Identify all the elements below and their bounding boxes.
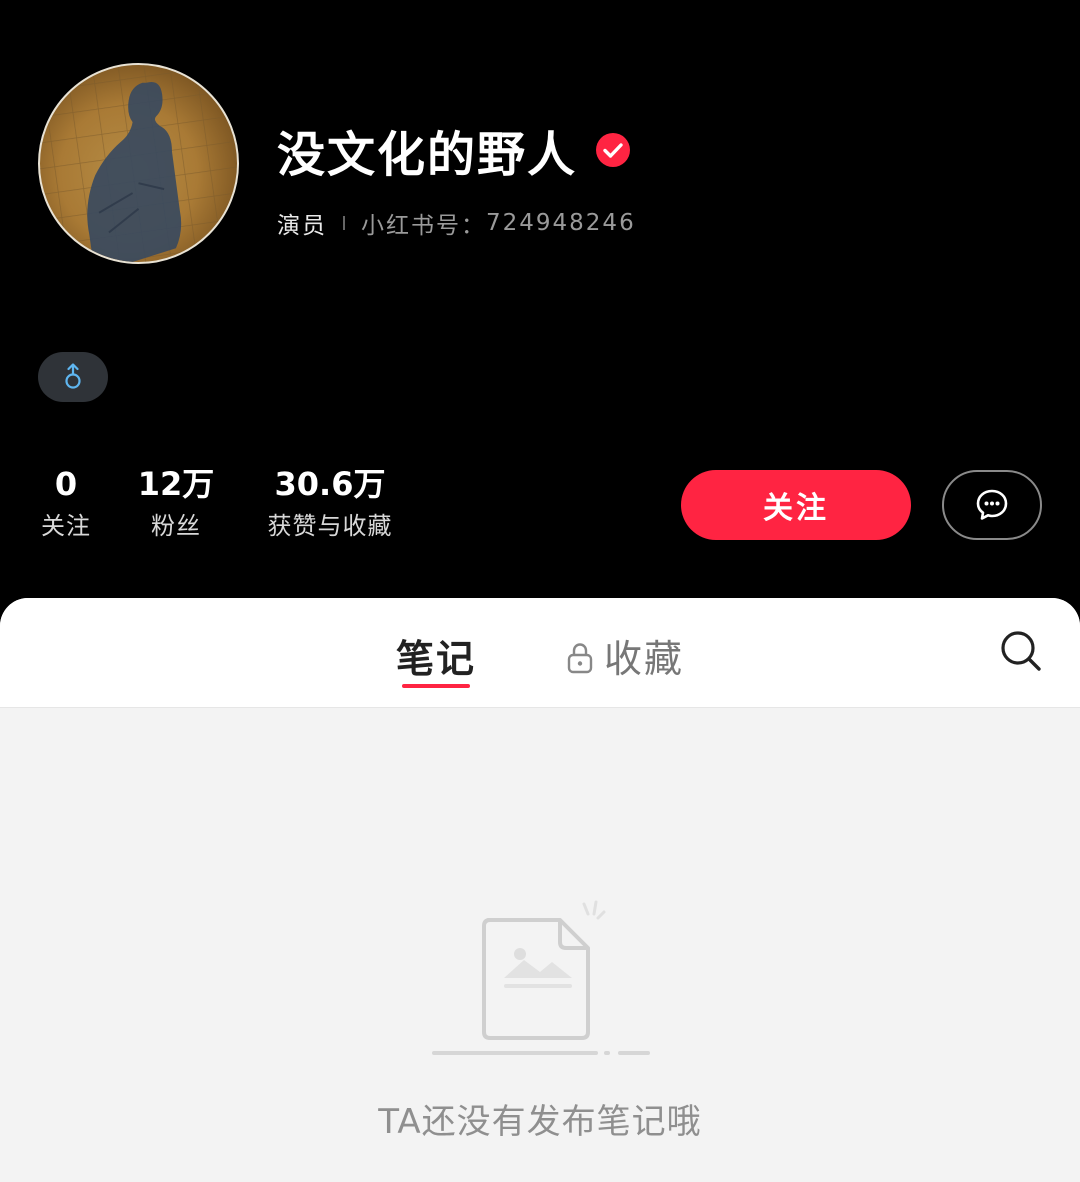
lock-icon bbox=[567, 642, 593, 673]
stat-likes-and-collections[interactable]: 30.6万 获赞与收藏 bbox=[255, 462, 405, 546]
username: 没文化的野人 bbox=[277, 127, 578, 183]
stat-value: 0 bbox=[54, 465, 78, 503]
meta-divider bbox=[343, 216, 345, 230]
tab-collections[interactable]: 收藏 bbox=[566, 628, 684, 683]
stat-label: 关注 bbox=[41, 512, 91, 540]
follow-button[interactable]: 关注 bbox=[681, 470, 911, 540]
stat-value: 30.6万 bbox=[274, 465, 386, 503]
username-row: 没文化的野人 bbox=[277, 118, 631, 183]
role-label: 演员 bbox=[277, 213, 327, 239]
tab-bar: 笔记 收藏 bbox=[0, 598, 1080, 708]
active-tab-indicator bbox=[402, 684, 470, 688]
gender-tag bbox=[38, 352, 108, 402]
search-icon[interactable] bbox=[998, 628, 1044, 674]
stat-fans[interactable]: 12万 粉丝 bbox=[132, 462, 220, 546]
content-panel: 笔记 收藏 TA还没有发布笔记哦 bbox=[0, 598, 1080, 1182]
message-button[interactable] bbox=[942, 470, 1042, 540]
chat-bubble-icon bbox=[976, 489, 1008, 520]
account-id-value: 724948246 bbox=[486, 210, 636, 236]
empty-document-icon bbox=[432, 900, 650, 1055]
verified-badge-icon bbox=[596, 133, 631, 167]
empty-state-message: TA还没有发布笔记哦 bbox=[378, 1102, 702, 1142]
profile-meta: 演员 小红书号： 724948246 bbox=[277, 206, 636, 240]
avatar-image bbox=[40, 65, 237, 262]
stat-label: 获赞与收藏 bbox=[267, 512, 393, 540]
profile-header: 没文化的野人 演员 小红书号： 724948246 0 关注 12万 粉丝 30… bbox=[0, 0, 1080, 610]
account-id-label: 小红书号： bbox=[361, 213, 486, 239]
stat-label: 粉丝 bbox=[151, 512, 201, 540]
male-icon bbox=[65, 363, 81, 389]
stat-value: 12万 bbox=[137, 465, 215, 503]
tab-collections-label: 收藏 bbox=[604, 637, 685, 681]
avatar[interactable] bbox=[38, 63, 239, 264]
stat-following[interactable]: 0 关注 bbox=[36, 462, 96, 546]
tab-notes[interactable]: 笔记 bbox=[396, 628, 476, 683]
